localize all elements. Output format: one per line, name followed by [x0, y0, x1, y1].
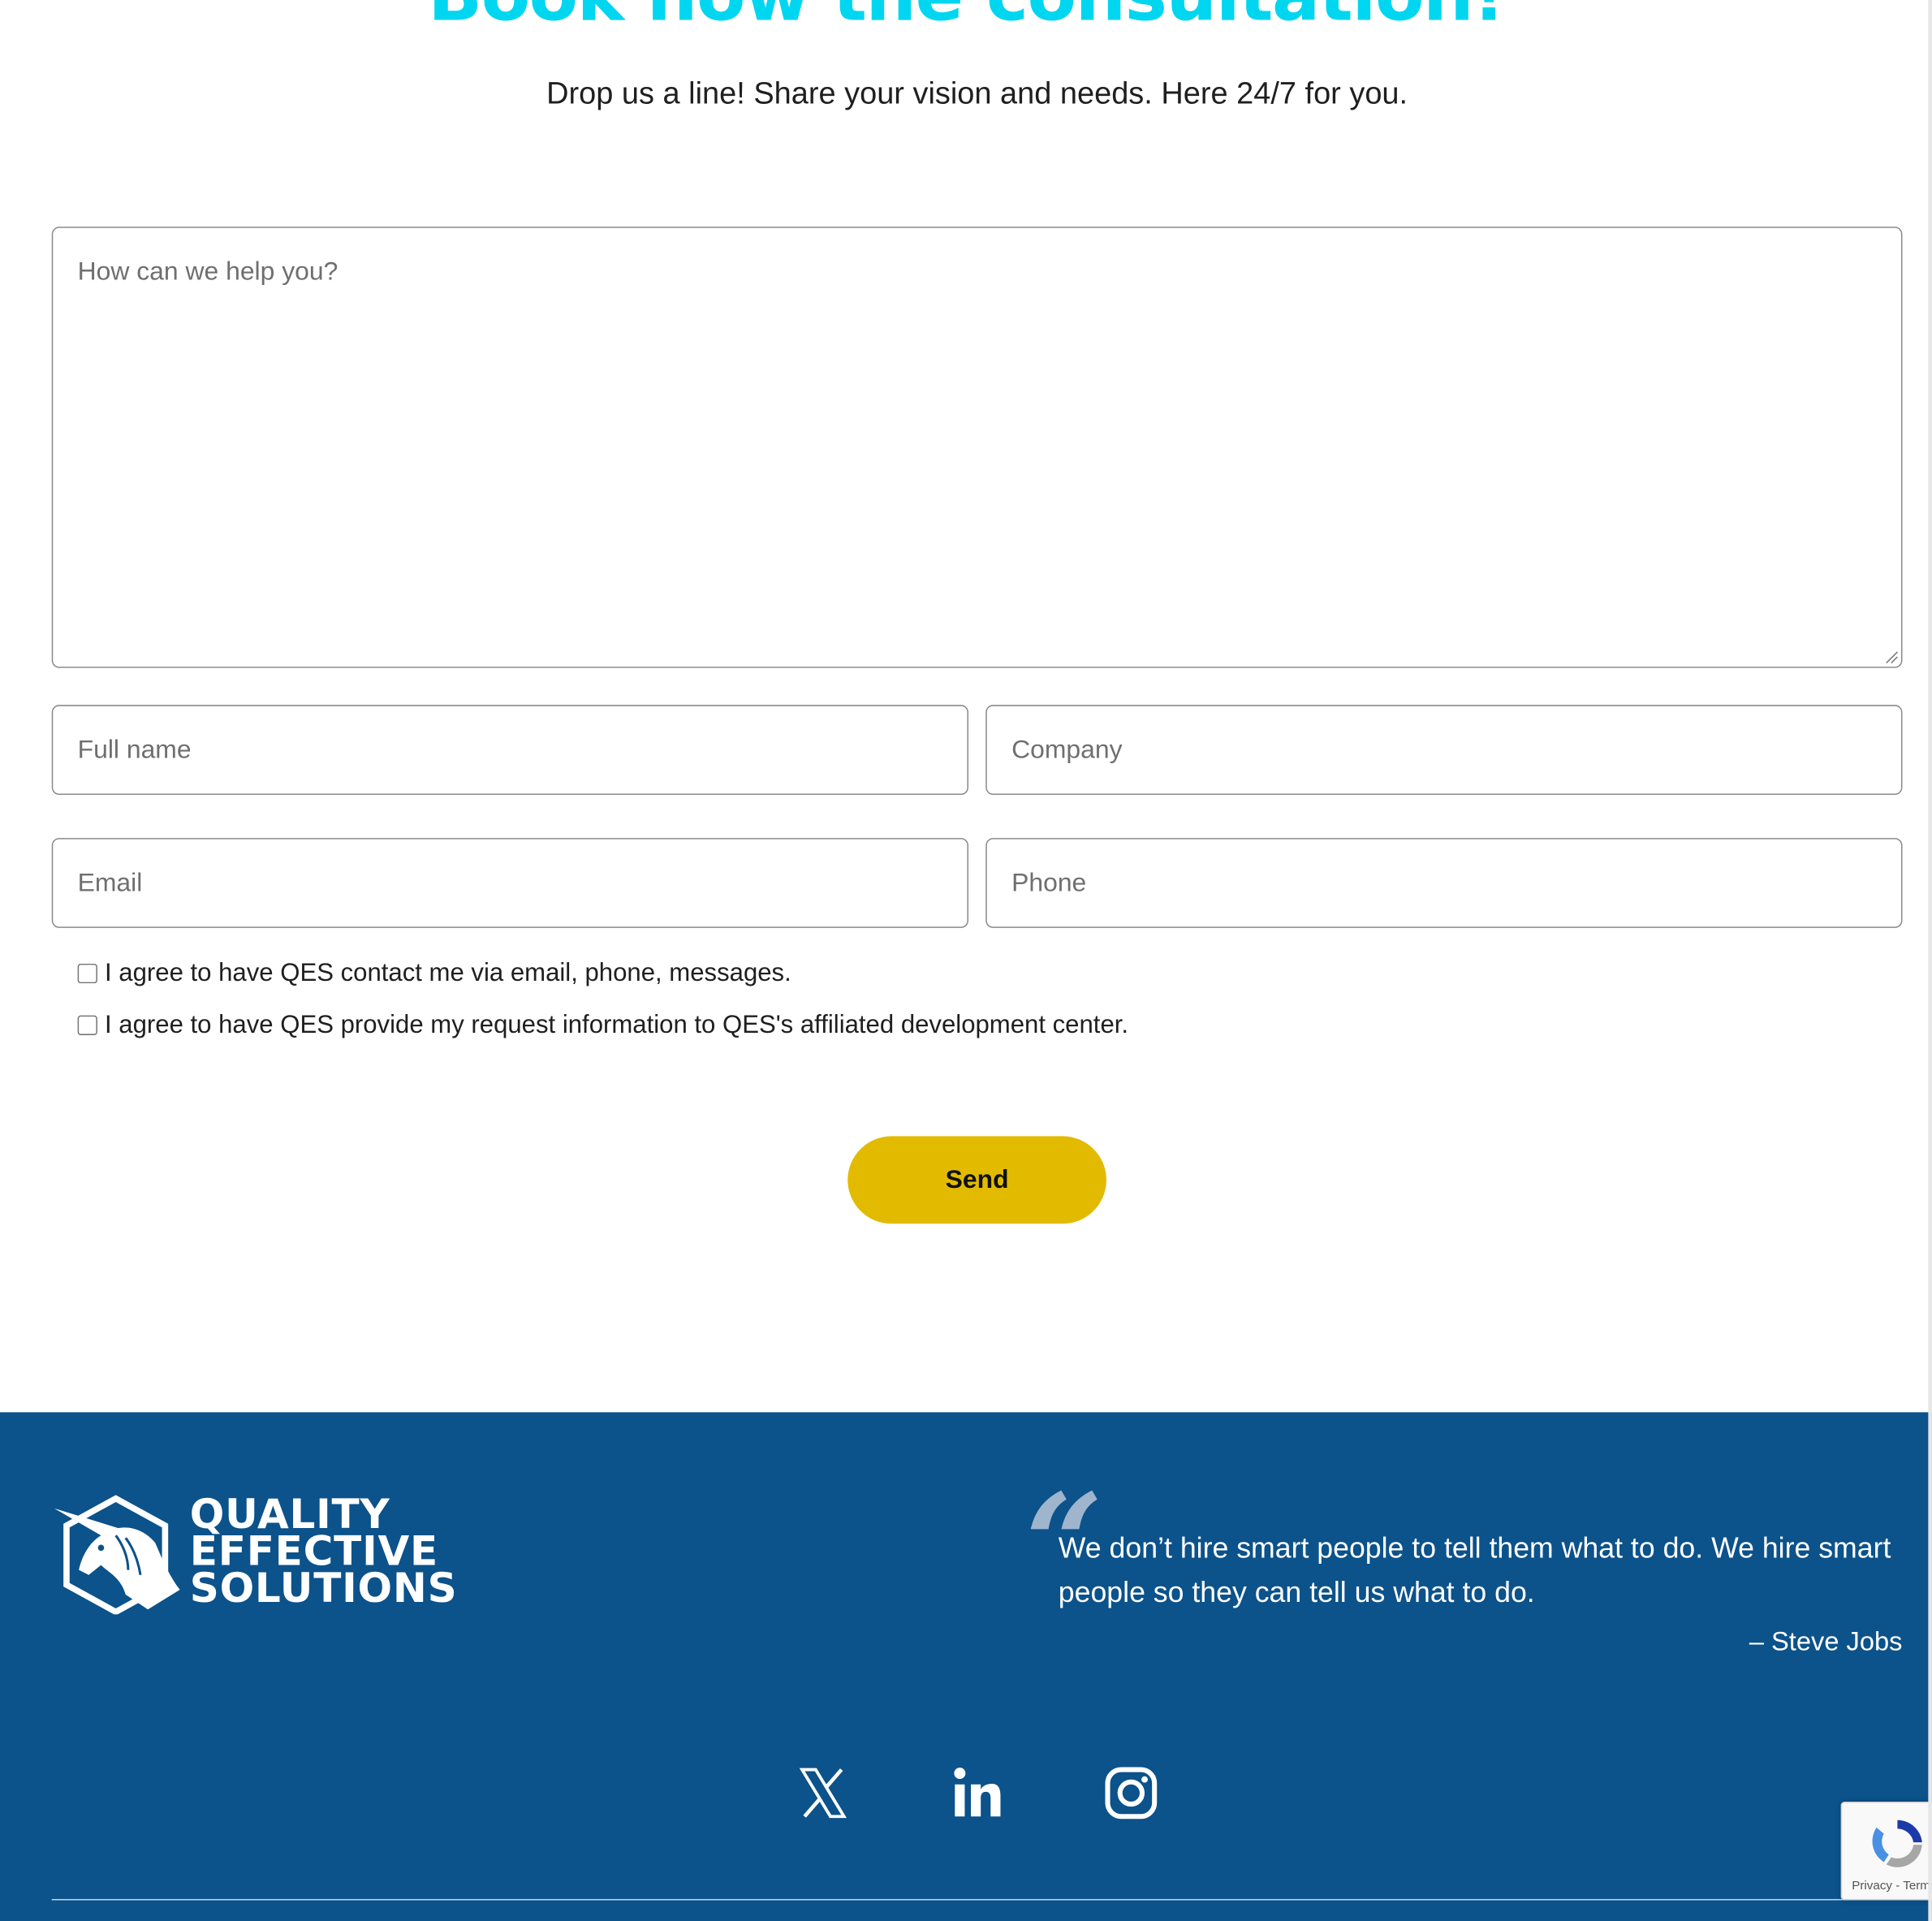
full-name-field[interactable]	[51, 705, 968, 795]
page-title: Book now the consultation!	[0, 0, 1932, 37]
site-footer: QUALITY EFFECTIVE SOLUTIONS “ We don’t h…	[0, 1412, 1932, 1921]
footer-quote: We don’t hire smart people to tell them …	[1058, 1531, 1891, 1608]
email-field[interactable]	[51, 838, 968, 928]
footer-divider	[51, 1898, 1932, 1901]
consent-contact-label: I agree to have QES contact me via email…	[105, 958, 791, 987]
scrollbar[interactable]	[1928, 0, 1932, 1921]
page-subtitle: Drop us a line! Share your vision and ne…	[546, 76, 1408, 111]
quote-author: – Steve Jobs	[1749, 1626, 1903, 1656]
company-logo[interactable]: QUALITY EFFECTIVE SOLUTIONS	[52, 1494, 471, 1617]
company-field[interactable]	[985, 705, 1903, 795]
instagram-social-link[interactable]	[1102, 1764, 1159, 1821]
consent-contact-checkbox[interactable]	[77, 963, 97, 984]
send-button[interactable]: Send	[847, 1136, 1106, 1224]
recaptcha-badge[interactable]: Privacy - Terms	[1840, 1802, 1932, 1901]
x-icon	[799, 1768, 847, 1819]
recaptcha-links[interactable]: Privacy - Terms	[1852, 1880, 1932, 1893]
x-social-link[interactable]	[795, 1764, 852, 1821]
linkedin-social-link[interactable]	[949, 1764, 1006, 1821]
page: Book now the consultation! Drop us a lin…	[0, 0, 1932, 1921]
consent-share-row[interactable]: I agree to have QES provide my request i…	[77, 1010, 1129, 1040]
recaptcha-icon	[1872, 1820, 1922, 1867]
consent-share-label: I agree to have QES provide my request i…	[105, 1010, 1129, 1039]
phone-field[interactable]	[985, 838, 1903, 928]
consent-contact-row[interactable]: I agree to have QES contact me via email…	[77, 958, 791, 988]
resize-handle-icon[interactable]	[1884, 650, 1899, 664]
logo-wordmark: QUALITY EFFECTIVE SOLUTIONS	[189, 1490, 458, 1612]
message-textarea[interactable]	[51, 227, 1903, 668]
consent-share-checkbox[interactable]	[77, 1015, 97, 1035]
instagram-icon	[1105, 1767, 1158, 1820]
linkedin-icon	[954, 1768, 1001, 1817]
unicorn-logo-icon	[54, 1495, 180, 1615]
